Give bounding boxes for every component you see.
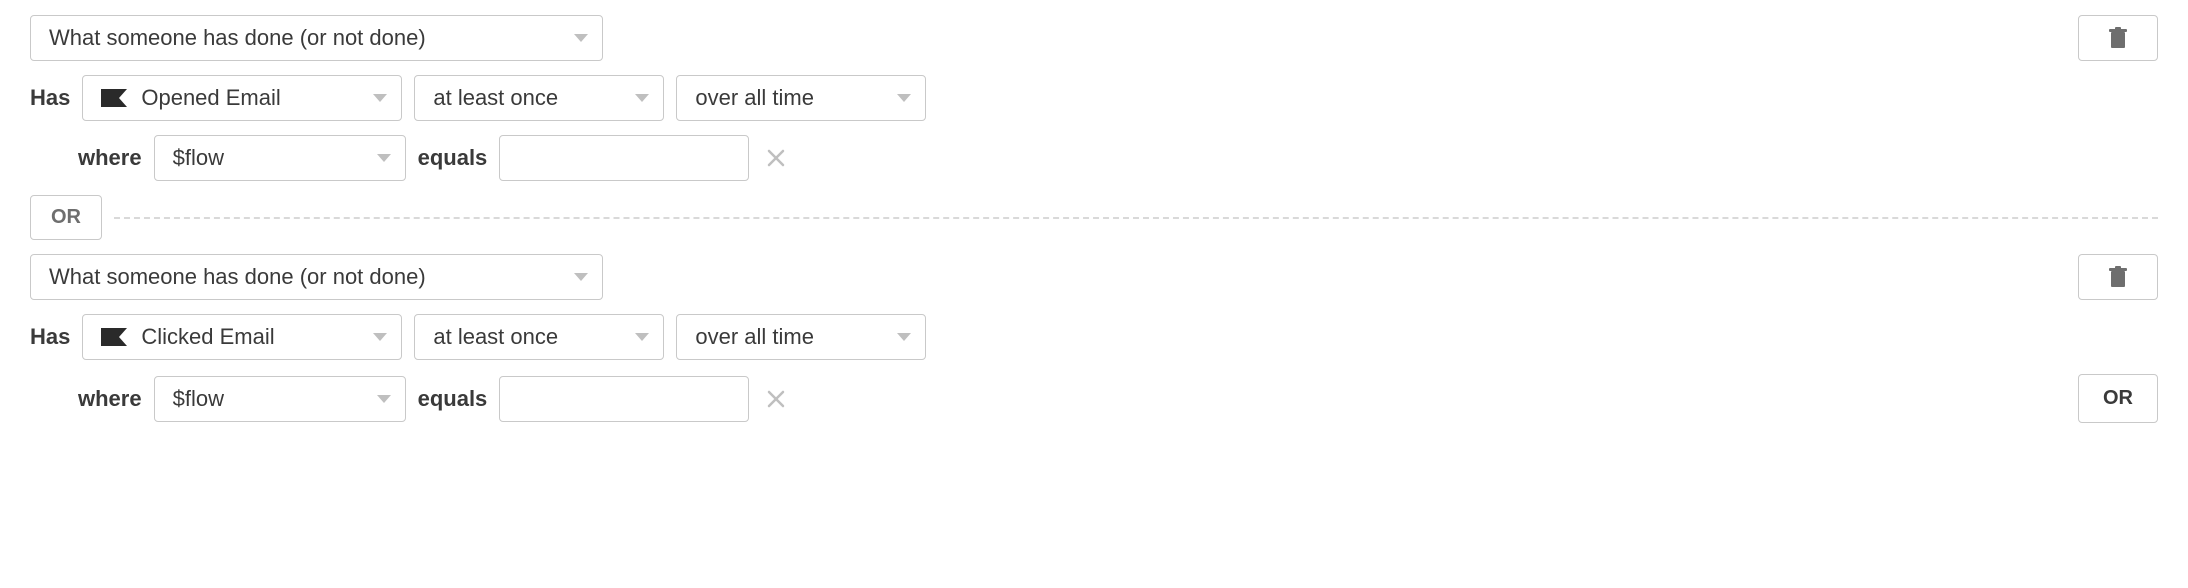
value-input[interactable] (499, 135, 749, 181)
chevron-down-icon (897, 94, 911, 102)
operator-label: equals (418, 145, 488, 171)
close-icon (767, 149, 785, 167)
timeframe-label: over all time (695, 324, 814, 350)
or-divider: OR (30, 195, 2158, 240)
property-label: $flow (173, 145, 224, 171)
chevron-down-icon (897, 333, 911, 341)
add-or-label: OR (2103, 387, 2133, 409)
metric-label: Clicked Email (141, 324, 274, 350)
frequency-select[interactable]: at least once (414, 75, 664, 121)
close-icon (767, 390, 785, 408)
flag-icon (101, 89, 127, 107)
timeframe-label: over all time (695, 85, 814, 111)
chevron-down-icon (377, 395, 391, 403)
remove-filter-button[interactable] (761, 145, 791, 171)
has-row: Has Opened Email at least once over all … (30, 75, 2158, 121)
where-row: where $flow equals (30, 376, 791, 422)
divider-line (114, 217, 2158, 219)
condition-type-select[interactable]: What someone has done (or not done) (30, 15, 603, 61)
chevron-down-icon (373, 94, 387, 102)
frequency-label: at least once (433, 324, 558, 350)
delete-condition-button[interactable] (2078, 15, 2158, 61)
condition-top-row: What someone has done (or not done) (30, 15, 2158, 61)
or-separator-chip[interactable]: OR (30, 195, 102, 240)
where-row-wrap: where $flow equals OR (30, 374, 2158, 423)
or-chip-label: OR (51, 206, 81, 228)
chevron-down-icon (373, 333, 387, 341)
operator-label: equals (418, 386, 488, 412)
add-or-button[interactable]: OR (2078, 374, 2158, 423)
timeframe-select[interactable]: over all time (676, 314, 926, 360)
frequency-label: at least once (433, 85, 558, 111)
has-row: Has Clicked Email at least once over all… (30, 314, 2158, 360)
where-label: where (78, 386, 142, 412)
where-label: where (78, 145, 142, 171)
metric-label: Opened Email (141, 85, 280, 111)
frequency-select[interactable]: at least once (414, 314, 664, 360)
chevron-down-icon (574, 34, 588, 42)
delete-condition-button[interactable] (2078, 254, 2158, 300)
condition-type-label: What someone has done (or not done) (49, 25, 426, 51)
chevron-down-icon (635, 333, 649, 341)
remove-filter-button[interactable] (761, 386, 791, 412)
metric-select[interactable]: Opened Email (82, 75, 402, 121)
has-label: Has (30, 85, 70, 111)
property-select[interactable]: $flow (154, 135, 406, 181)
flag-icon (101, 328, 127, 346)
chevron-down-icon (377, 154, 391, 162)
condition-top-row: What someone has done (or not done) (30, 254, 2158, 300)
condition-type-label: What someone has done (or not done) (49, 264, 426, 290)
metric-select[interactable]: Clicked Email (82, 314, 402, 360)
trash-icon (2108, 27, 2128, 49)
has-label: Has (30, 324, 70, 350)
property-label: $flow (173, 386, 224, 412)
chevron-down-icon (574, 273, 588, 281)
trash-icon (2108, 266, 2128, 288)
condition-block: What someone has done (or not done) Has … (30, 15, 2158, 181)
property-select[interactable]: $flow (154, 376, 406, 422)
where-row: where $flow equals (30, 135, 2158, 181)
timeframe-select[interactable]: over all time (676, 75, 926, 121)
value-input[interactable] (499, 376, 749, 422)
chevron-down-icon (635, 94, 649, 102)
condition-type-select[interactable]: What someone has done (or not done) (30, 254, 603, 300)
condition-block: What someone has done (or not done) Has … (30, 254, 2158, 423)
